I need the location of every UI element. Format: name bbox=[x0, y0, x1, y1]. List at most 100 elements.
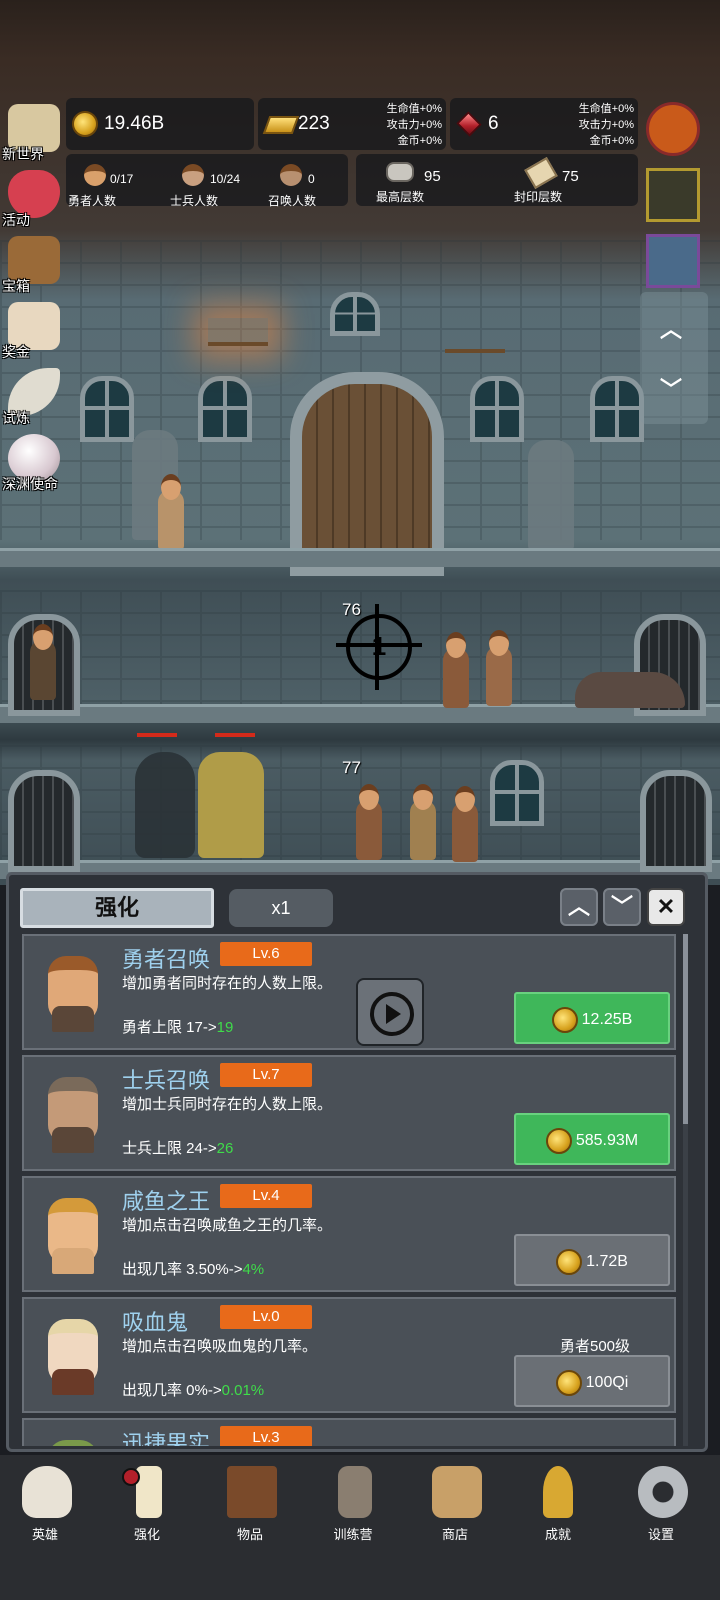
nav-label: 商店 bbox=[441, 1527, 468, 1542]
item-description: 增加点击召唤吸血鬼的几率。 bbox=[122, 1338, 318, 1355]
portrait-body bbox=[52, 1369, 94, 1395]
new-world-button[interactable]: 新世界 bbox=[2, 100, 64, 162]
summon-count-label: 召唤人数 bbox=[268, 194, 317, 208]
hero-sprite bbox=[443, 632, 469, 708]
floor-number: 77 bbox=[342, 758, 361, 777]
item-effect: 出现几率 3.50%->4% bbox=[122, 1258, 264, 1279]
window bbox=[590, 376, 644, 442]
atk-buff: 攻击力+0% bbox=[386, 119, 442, 131]
hero-sprite bbox=[410, 784, 436, 860]
panel-collapse-icon[interactable]: ﹀ bbox=[603, 888, 641, 926]
portrait-body bbox=[52, 1127, 94, 1153]
upgrade-buy-button[interactable]: 585.93M bbox=[514, 1113, 670, 1165]
event-button[interactable]: 活动 bbox=[2, 166, 64, 228]
vampire-portrait bbox=[42, 1317, 104, 1397]
upgrade-buy-button[interactable]: 12.25B bbox=[514, 992, 670, 1044]
item-name: 咸鱼之王 bbox=[122, 1189, 211, 1214]
nav-shop[interactable]: 商店 bbox=[410, 1466, 500, 1546]
gold-coin-icon bbox=[551, 1006, 578, 1033]
soldier-count: 10/24 bbox=[210, 172, 241, 186]
window bbox=[470, 376, 524, 442]
price: 585.93M bbox=[575, 1132, 639, 1149]
item-name: 士兵召唤 bbox=[122, 1068, 211, 1093]
gold-bar-amount: 223 bbox=[298, 113, 330, 134]
effect-current: 士兵上限 24-> bbox=[122, 1140, 217, 1157]
golden-knight-boss bbox=[198, 752, 264, 858]
upgrade-buy-button[interactable]: 100Qi bbox=[514, 1355, 670, 1407]
nav-items[interactable]: 物品 bbox=[205, 1466, 295, 1546]
play-icon bbox=[370, 992, 414, 1036]
panel-expand-icon[interactable]: ︿ bbox=[560, 888, 598, 926]
portrait-body bbox=[52, 1248, 94, 1274]
gold-coin-icon bbox=[72, 111, 98, 137]
trial-label: 试炼 bbox=[2, 410, 30, 426]
new-world-label: 新世界 bbox=[2, 146, 44, 162]
price: 100Qi bbox=[585, 1374, 629, 1391]
nav-achievements[interactable]: 成就 bbox=[513, 1466, 603, 1546]
effect-next: 19 bbox=[216, 1019, 234, 1036]
skull-icon bbox=[22, 1466, 72, 1518]
chest-label: 宝箱 bbox=[2, 278, 30, 294]
bonus-button[interactable]: 奖金 bbox=[2, 298, 64, 360]
seal-floor-label: 封印层数 bbox=[514, 190, 563, 204]
portrait-body bbox=[52, 1006, 94, 1032]
candle-buff-icon[interactable] bbox=[646, 168, 700, 222]
key-icon bbox=[543, 1466, 573, 1518]
window bbox=[198, 376, 252, 442]
defeated-enemy-pile bbox=[575, 672, 685, 708]
effect-current: 勇者上限 17-> bbox=[122, 1019, 217, 1036]
floor-record-panel: 95 最高层数 75 封印层数 bbox=[356, 154, 638, 206]
window bbox=[330, 292, 380, 336]
gear-icon bbox=[638, 1466, 688, 1518]
event-label: 活动 bbox=[2, 212, 30, 228]
nav-settings[interactable]: 设置 bbox=[616, 1466, 706, 1546]
abyss-mission-button[interactable]: 深渊使命 bbox=[2, 430, 64, 492]
scroll-down-icon[interactable]: ﹀ bbox=[660, 372, 682, 404]
scroll-buff-icon[interactable] bbox=[646, 234, 700, 288]
multiplier-button[interactable]: x1 bbox=[229, 889, 333, 927]
fruit-portrait bbox=[42, 1438, 104, 1446]
gold-coin-icon bbox=[556, 1248, 583, 1275]
chest-button[interactable]: 宝箱 bbox=[2, 232, 64, 294]
floor-scroll-control: ︿ ﹀ bbox=[640, 292, 708, 424]
close-icon[interactable]: ✕ bbox=[647, 888, 685, 926]
enemy-hp-bar bbox=[215, 733, 255, 737]
gem-panel: 6 生命值+0% 攻击力+0% 金币+0% bbox=[450, 98, 638, 150]
trial-button[interactable]: 试炼 bbox=[2, 364, 64, 426]
nav-label: 成就 bbox=[544, 1527, 571, 1542]
item-name: 吸血鬼 bbox=[122, 1310, 189, 1335]
effect-current: 出现几率 0%-> bbox=[122, 1382, 222, 1399]
effect-next: 4% bbox=[242, 1261, 265, 1278]
seal-floor: 75 bbox=[562, 168, 579, 185]
buff-stats: 生命值+0% 攻击力+0% 金币+0% bbox=[550, 101, 634, 149]
watch-ad-button[interactable] bbox=[356, 978, 424, 1046]
unit-count-panel: 0/17 勇者人数 10/24 士兵人数 0 召唤人数 bbox=[66, 154, 348, 208]
scroll-up-icon[interactable]: ︿ bbox=[660, 312, 682, 344]
item-description: 增加点击召唤咸鱼之王的几率。 bbox=[122, 1217, 333, 1234]
upgrade-buy-button[interactable]: 1.72B bbox=[514, 1234, 670, 1286]
list-scrollbar[interactable] bbox=[683, 934, 688, 1446]
chandelier bbox=[445, 325, 505, 353]
scrollbar-thumb[interactable] bbox=[683, 934, 688, 1124]
chandelier-lit bbox=[208, 318, 268, 346]
summon-target-crosshair[interactable]: 1 bbox=[336, 604, 422, 690]
tab-upgrade[interactable]: 强化 bbox=[20, 888, 214, 928]
effect-next: 26 bbox=[216, 1140, 234, 1157]
hero-head-icon bbox=[84, 164, 106, 186]
soldier-portrait bbox=[42, 1075, 104, 1155]
apple-buff-icon[interactable] bbox=[646, 102, 700, 156]
nav-label: 强化 bbox=[133, 1527, 160, 1542]
salted-fish-king-portrait bbox=[42, 1196, 104, 1276]
lantern-icon bbox=[338, 1466, 372, 1518]
nav-upgrade[interactable]: 强化 bbox=[102, 1466, 192, 1546]
nav-label: 物品 bbox=[236, 1527, 263, 1542]
hero-sprite bbox=[486, 630, 512, 706]
upgrade-list[interactable]: 勇者召唤 Lv.6 增加勇者同时存在的人数上限。 勇者上限 17->19 12.… bbox=[22, 934, 680, 1446]
nav-heroes[interactable]: 英雄 bbox=[0, 1466, 90, 1546]
enemy-hp-bar bbox=[137, 733, 177, 737]
nav-training-camp[interactable]: 训练营 bbox=[308, 1466, 398, 1546]
hp-buff: 生命值+0% bbox=[386, 103, 442, 115]
gold-amount: 19.46B bbox=[104, 113, 165, 134]
level-badge: Lv.6 bbox=[220, 942, 312, 966]
list-item: 咸鱼之王 Lv.4 增加点击召唤咸鱼之王的几率。 出现几率 3.50%->4% … bbox=[22, 1176, 676, 1292]
